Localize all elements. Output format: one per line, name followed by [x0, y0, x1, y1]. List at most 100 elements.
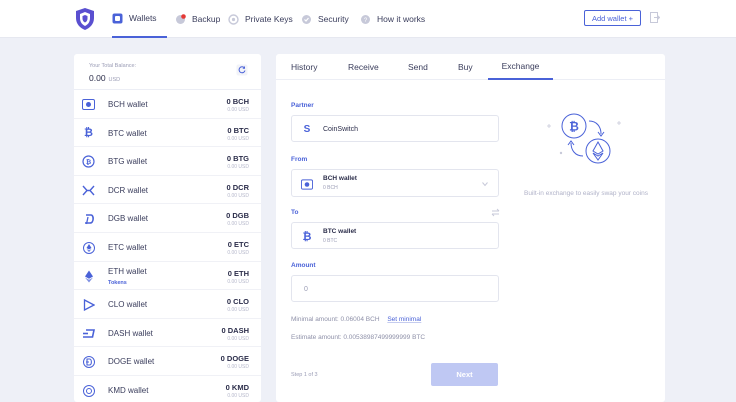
to-wallet-name: BTC wallet: [323, 228, 357, 235]
bch-icon: [82, 98, 95, 111]
partner-value: CoinSwitch: [323, 126, 359, 133]
wallet-usd: 0.00 USD: [227, 164, 249, 171]
wallet-amount: 0 KMD: [225, 383, 249, 392]
nav-wallets[interactable]: Wallets: [112, 0, 167, 38]
wallet-amount: 0 DASH: [221, 325, 249, 335]
minimal-amount-text: Minimal amount: 0.06004 BCH: [291, 316, 380, 323]
wallet-item-dcr[interactable]: DCR wallet 0 DCR 0.00 USD: [74, 176, 261, 205]
tab-buy[interactable]: Buy: [458, 54, 473, 80]
from-wallet-select[interactable]: BCH wallet 0 BCH: [291, 169, 499, 197]
shield-logo-icon: [76, 8, 94, 30]
wallet-amount: 0 ETH: [227, 268, 249, 278]
partner-label: Partner: [291, 102, 314, 109]
wallet-amount: 0 BTC: [227, 125, 249, 135]
swap-icon[interactable]: [491, 208, 500, 217]
wallet-item-btg[interactable]: ₿ BTG wallet 0 BTG 0.00 USD: [74, 147, 261, 176]
total-balance: Your Total Balance: 0.00 USD: [74, 54, 261, 90]
balance-label: Your Total Balance:: [89, 63, 137, 69]
wallet-item-clo[interactable]: CLO wallet 0 CLO 0.00 USD: [74, 290, 261, 319]
wallet-usd: 0.00 USD: [227, 250, 249, 256]
nav-private-keys[interactable]: Private Keys: [228, 0, 293, 38]
wallet-item-eth[interactable]: ETH wallet Tokens 0 ETH 0.00 USD: [74, 262, 261, 291]
wallet-name: DASH wallet: [108, 328, 153, 338]
wallet-item-dash[interactable]: DASH wallet 0 DASH 0.00 USD: [74, 319, 261, 348]
tab-bar: History Receive Send Buy Exchange: [276, 54, 665, 80]
wallet-item-kmd[interactable]: KMD wallet 0 KMD 0.00 USD: [74, 376, 261, 402]
doge-icon: [82, 355, 95, 368]
bch-icon: [301, 178, 313, 190]
nav-how-it-works-label: How it works: [377, 14, 426, 24]
wallet-usd: 0.00 USD: [227, 135, 249, 142]
nav-backup[interactable]: Backup: [175, 0, 220, 38]
estimate-amount-text: Estimate amount: 0.00538987499999999 BTC: [291, 334, 426, 341]
btg-icon: ₿: [82, 155, 95, 168]
wallet-amount: 0 DOGE: [220, 354, 249, 364]
tab-history[interactable]: History: [291, 54, 317, 80]
amount-input[interactable]: 0: [291, 275, 499, 302]
set-minimal-link[interactable]: Set minimal: [387, 316, 421, 323]
tokens-link[interactable]: Tokens: [108, 280, 127, 286]
logout-icon[interactable]: [650, 12, 660, 23]
wallet-amount: 0 CLO: [226, 297, 249, 307]
from-wallet-name: BCH wallet: [323, 175, 357, 182]
amount-label: Amount: [291, 262, 316, 269]
etc-icon: [82, 241, 95, 254]
nav-security[interactable]: Security: [301, 0, 349, 38]
wallet-item-btc[interactable]: ₿ BTC wallet 0 BTC 0.00 USD: [74, 119, 261, 148]
exchange-description: Built-in exchange to easily swap your co…: [524, 190, 648, 197]
tab-send[interactable]: Send: [408, 54, 428, 80]
add-wallet-button[interactable]: Add wallet +: [584, 10, 641, 26]
exchange-illustration-icon: ₿: [547, 113, 621, 164]
wallet-usd: 0.00 USD: [227, 364, 249, 371]
wallet-amount: 0 BTG: [226, 154, 249, 164]
eth-icon: [82, 270, 95, 283]
wallet-usd: 0.00 USD: [227, 221, 249, 228]
wallet-usd: 0.00 USD: [227, 307, 249, 314]
wallet-item-doge[interactable]: DOGE wallet 0 DOGE 0.00 USD: [74, 347, 261, 376]
balance-unit: USD: [108, 77, 121, 83]
svg-text:₿: ₿: [569, 120, 579, 134]
wallet-item-dgb[interactable]: DGB wallet 0 DGB 0.00 USD: [74, 204, 261, 233]
dcr-icon: [82, 184, 95, 197]
from-wallet-amount: 0 BCH: [323, 185, 338, 191]
wallet-amount: 0 ETC: [227, 240, 249, 249]
wallet-usd: 0.00 USD: [227, 107, 249, 113]
wallet-usd: 0.00 USD: [227, 278, 249, 285]
wallet-name: DOGE wallet: [108, 357, 155, 367]
backup-icon: [175, 13, 186, 25]
wallet-usd: 0.00 USD: [227, 393, 249, 399]
from-label: From: [291, 156, 308, 163]
chevron-down-icon: [482, 182, 488, 187]
nav-wallets-label: Wallets: [129, 13, 157, 23]
nav-security-label: Security: [318, 14, 349, 24]
wallet-name: ETH wallet: [108, 266, 147, 276]
wallet-name: BCH wallet: [108, 100, 148, 109]
wallet-item-bch[interactable]: BCH wallet 0 BCH 0.00 USD: [74, 90, 261, 119]
balance-value: 0.00: [89, 73, 106, 83]
wallet-name: BTC wallet: [108, 128, 147, 138]
nav-how-it-works[interactable]: ? How it works: [360, 0, 425, 38]
key-icon: [228, 13, 239, 25]
wallet-amount: 0 DGB: [226, 211, 249, 221]
next-button[interactable]: Next: [431, 363, 498, 386]
wallet-amount: 0 DCR: [226, 182, 249, 192]
nav-private-keys-label: Private Keys: [245, 14, 293, 24]
wallet-name: DCR wallet: [108, 185, 149, 195]
help-icon: ?: [360, 14, 371, 25]
wallet-name: CLO wallet: [108, 300, 148, 310]
tab-receive[interactable]: Receive: [348, 54, 379, 80]
clo-icon: [82, 298, 95, 311]
refresh-icon[interactable]: [236, 64, 248, 76]
tab-exchange[interactable]: Exchange: [488, 54, 553, 80]
wallet-icon: [112, 13, 123, 24]
to-wallet-select[interactable]: ₿ BTC wallet 0 BTC: [291, 222, 499, 249]
wallet-name: BTG wallet: [108, 157, 148, 167]
wallet-name: KMD wallet: [108, 386, 149, 395]
partner-select[interactable]: S CoinSwitch: [291, 115, 499, 142]
wallet-item-etc[interactable]: ETC wallet 0 ETC 0.00 USD: [74, 233, 261, 262]
wallet-sidebar: Your Total Balance: 0.00 USD BCH wallet 0…: [74, 54, 261, 402]
wallet-name: DGB wallet: [108, 214, 149, 224]
dgb-icon: [82, 212, 95, 225]
to-label: To: [291, 209, 299, 216]
amount-placeholder: 0: [304, 286, 308, 293]
